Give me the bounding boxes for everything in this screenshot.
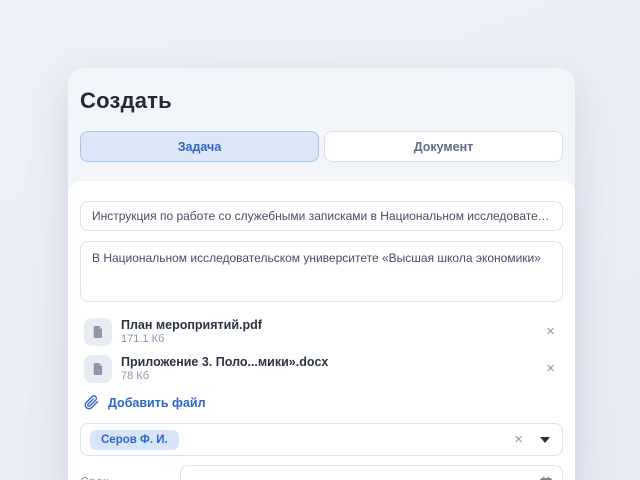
- task-title-input[interactable]: [80, 201, 563, 231]
- close-icon[interactable]: ×: [542, 359, 559, 378]
- calendar-icon[interactable]: [539, 476, 553, 480]
- due-date-field: [180, 465, 563, 480]
- due-date-row: Срок исполнения: [80, 465, 563, 480]
- attachment-size: 78 Кб: [121, 370, 149, 382]
- assignee-chip[interactable]: Серов Ф. И.: [90, 429, 179, 450]
- tab-task-label: Задача: [177, 139, 222, 154]
- caret-down-icon[interactable]: [540, 436, 550, 443]
- file-icon: [84, 354, 112, 383]
- due-date-input[interactable]: [180, 465, 563, 480]
- tab-document-label: Документ: [413, 139, 474, 154]
- due-date-label: Срок исполнения: [80, 465, 180, 480]
- tab-bar: Задача Документ: [80, 131, 563, 162]
- create-modal: Создать Задача Документ В Национальном и…: [68, 68, 575, 480]
- attachment-meta: Приложение 3. Поло...мики».docx 78 Кб: [121, 355, 328, 382]
- paperclip-icon: [84, 395, 99, 410]
- attachment-name: Приложение 3. Поло...мики».docx: [121, 355, 329, 369]
- attachment-row: Приложение 3. Поло...мики».docx 78 Кб ×: [80, 350, 563, 387]
- add-file-label: Добавить файл: [108, 395, 206, 410]
- task-description-input[interactable]: В Национальном исследовательском универс…: [80, 241, 563, 302]
- close-icon[interactable]: ×: [542, 322, 559, 341]
- close-icon[interactable]: ×: [510, 430, 527, 449]
- attachment-list: План мероприятий.pdf 171.1 Кб × Приложен…: [80, 313, 563, 387]
- add-file-button[interactable]: Добавить файл: [84, 395, 206, 410]
- task-form-panel: В Национальном исследовательском универс…: [68, 181, 575, 480]
- attachment-meta: План мероприятий.pdf 171.1 Кб: [121, 318, 262, 345]
- tab-document[interactable]: Документ: [324, 131, 563, 162]
- tab-task[interactable]: Задача: [80, 131, 319, 162]
- attachment-name: План мероприятий.pdf: [121, 318, 262, 332]
- assignee-select[interactable]: Серов Ф. И. ×: [80, 423, 563, 456]
- attachment-size: 171.1 Кб: [121, 333, 165, 345]
- assignee-controls: ×: [510, 430, 550, 449]
- page-title: Создать: [80, 88, 172, 113]
- attachment-row: План мероприятий.pdf 171.1 Кб ×: [80, 313, 563, 350]
- file-icon: [84, 317, 112, 346]
